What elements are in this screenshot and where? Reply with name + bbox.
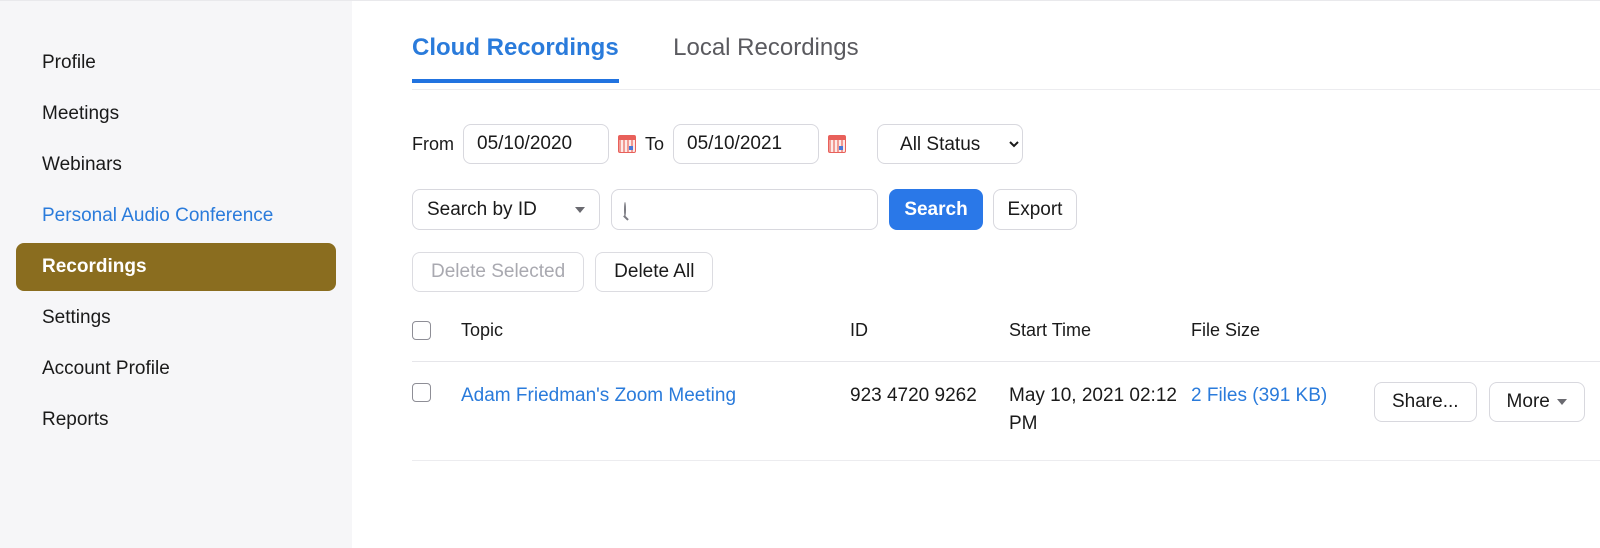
search-input-wrapper[interactable]: [611, 189, 878, 230]
search-row: Search by ID Search Export: [352, 189, 1600, 230]
tab-bar: Cloud Recordings Local Recordings: [352, 1, 1600, 90]
sidebar-item-profile[interactable]: Profile: [16, 39, 336, 87]
table-header-row: Topic ID Start Time File Size: [412, 320, 1600, 362]
delete-all-button[interactable]: Delete All: [595, 252, 714, 292]
sidebar-item-reports[interactable]: Reports: [16, 396, 336, 444]
tab-local-recordings[interactable]: Local Recordings: [673, 34, 858, 83]
row-actions: Share... More: [1374, 382, 1600, 422]
main-content: Cloud Recordings Local Recordings From T…: [352, 1, 1600, 548]
more-button[interactable]: More: [1488, 382, 1585, 422]
search-input[interactable]: [634, 198, 870, 221]
delete-selected-button[interactable]: Delete Selected: [412, 252, 585, 292]
column-header-id: ID: [850, 320, 868, 340]
date-filter-row: From To All Status: [352, 124, 1600, 164]
chevron-down-icon: [575, 206, 585, 213]
tab-cloud-recordings[interactable]: Cloud Recordings: [412, 34, 619, 83]
sidebar-item-personal-audio-conference[interactable]: Personal Audio Conference: [16, 192, 336, 240]
select-all-cell: [412, 320, 461, 345]
from-date-input[interactable]: [463, 124, 609, 164]
sidebar-item-meetings[interactable]: Meetings: [16, 90, 336, 138]
more-button-label: More: [1506, 391, 1550, 412]
search-scope-select[interactable]: Search by ID: [412, 189, 600, 230]
recording-start-time: May 10, 2021 02:12 PM: [1009, 385, 1177, 434]
calendar-icon-to[interactable]: [828, 135, 847, 153]
to-label: To: [645, 133, 665, 154]
recording-id: 923 4720 9262: [850, 385, 977, 406]
column-header-start-time: Start Time: [1009, 320, 1092, 340]
search-scope-label: Search by ID: [427, 198, 537, 220]
bulk-actions-row: Delete Selected Delete All: [352, 252, 1600, 292]
chevron-down-icon-more: [1556, 399, 1567, 405]
sidebar-item-recordings[interactable]: Recordings: [16, 243, 336, 291]
column-header-file-size: File Size: [1191, 320, 1261, 340]
calendar-icon-from[interactable]: [618, 135, 636, 153]
export-button[interactable]: Export: [993, 189, 1077, 230]
from-label: From: [412, 133, 454, 154]
search-icon: [624, 202, 626, 217]
table-row: Adam Friedman's Zoom Meeting 923 4720 92…: [412, 362, 1600, 461]
sidebar-item-settings[interactable]: Settings: [16, 294, 336, 342]
to-date-input[interactable]: [673, 124, 820, 164]
sidebar-item-account-profile[interactable]: Account Profile: [16, 345, 336, 393]
select-all-checkbox[interactable]: [412, 321, 431, 340]
search-button[interactable]: Search: [889, 189, 983, 230]
share-button[interactable]: Share...: [1374, 382, 1477, 422]
recording-file-size-link[interactable]: 2 Files (391 KB): [1191, 382, 1374, 410]
sidebar-item-webinars[interactable]: Webinars: [16, 141, 336, 189]
status-select[interactable]: All Status: [877, 124, 1024, 164]
column-header-topic: Topic: [461, 320, 504, 340]
recordings-page: Profile Meetings Webinars Personal Audio…: [0, 0, 1600, 548]
sidebar: Profile Meetings Webinars Personal Audio…: [0, 1, 352, 548]
recordings-table: Topic ID Start Time File Size Adam Fried…: [412, 320, 1600, 461]
row-checkbox[interactable]: [412, 383, 431, 402]
recording-topic-link[interactable]: Adam Friedman's Zoom Meeting: [461, 382, 850, 410]
row-select-cell: [412, 382, 461, 407]
